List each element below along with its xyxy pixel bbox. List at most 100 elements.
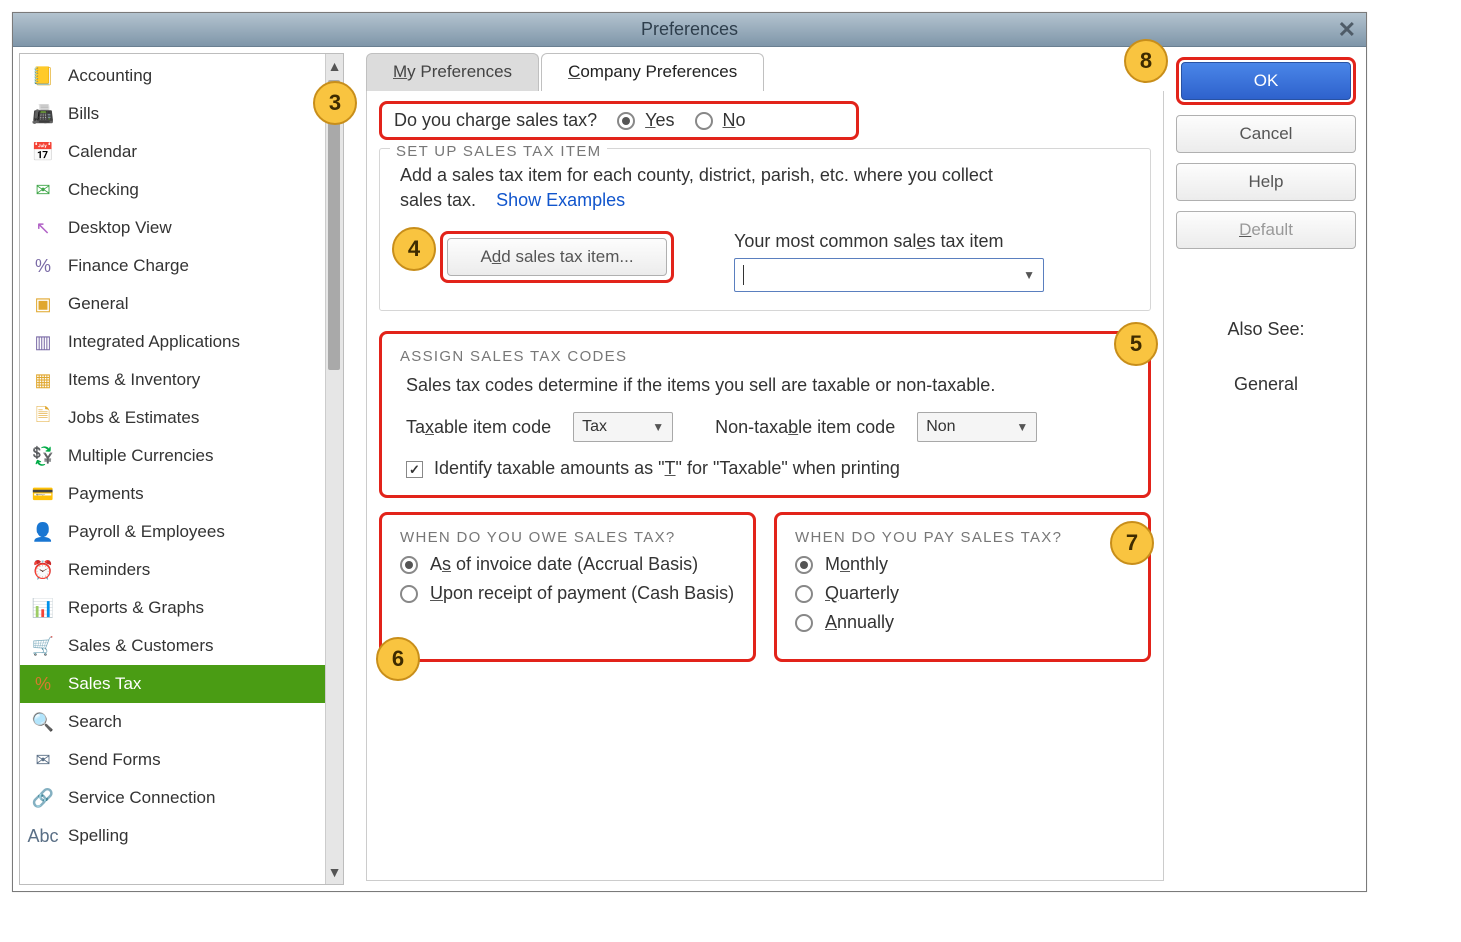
sidebar-item-label: Sales Tax xyxy=(68,674,141,694)
sidebar-item-label: Items & Inventory xyxy=(68,370,200,390)
radio-icon xyxy=(795,556,813,574)
sidebar-item-send-forms[interactable]: ✉ Send Forms xyxy=(20,741,325,779)
close-icon[interactable]: ✕ xyxy=(1338,17,1356,43)
sidebar-item-reminders[interactable]: ⏰ Reminders xyxy=(20,551,325,589)
sidebar-item-label: Payroll & Employees xyxy=(68,522,225,542)
sidebar-item-label: General xyxy=(68,294,128,314)
sidebar-item-label: Integrated Applications xyxy=(68,332,240,352)
sidebar-item-label: Payments xyxy=(68,484,144,504)
callout-7: 7 xyxy=(1110,521,1154,565)
callout-6: 6 xyxy=(376,637,420,681)
pay-annually-option[interactable]: Annually xyxy=(795,612,1130,633)
charge-sales-tax-row: Do you charge sales tax? Yes No xyxy=(379,101,859,140)
owe-title: WHEN DO YOU OWE SALES TAX? xyxy=(400,529,735,546)
calendar-icon: 📅 xyxy=(28,140,58,164)
pay-quarterly-option[interactable]: Quarterly xyxy=(795,583,1130,604)
setup-section-title: SET UP SALES TAX ITEM xyxy=(390,143,607,160)
pay-title: WHEN DO YOU PAY SALES TAX? xyxy=(795,529,1130,546)
owe-pay-row: 6 WHEN DO YOU OWE SALES TAX? As of invoi… xyxy=(379,512,1151,662)
sidebar-item-accounting[interactable]: 📒Accounting xyxy=(20,57,325,95)
common-sales-tax-select[interactable]: ▼ xyxy=(734,258,1044,292)
also-see-general-link[interactable]: General xyxy=(1176,374,1356,395)
ok-button[interactable]: OK xyxy=(1181,62,1351,100)
default-button[interactable]: Default xyxy=(1176,211,1356,249)
owe-cash-option[interactable]: Upon receipt of payment (Cash Basis) xyxy=(400,583,735,604)
identify-taxable-row[interactable]: Identify taxable amounts as "T" for "Tax… xyxy=(406,458,1130,479)
sidebar-wrap: 📒Accounting📠Bills📅Calendar✉Checking↖Desk… xyxy=(19,53,344,885)
sidebar-item-multiple-currencies[interactable]: 💱 Multiple Currencies xyxy=(20,437,325,475)
sidebar-item-sales-tax[interactable]: %Sales Tax xyxy=(20,665,325,703)
sidebar-item-label: Service Connection xyxy=(68,788,215,808)
scroll-down-icon[interactable]: ▼ xyxy=(328,860,342,884)
add-sales-tax-item-button[interactable]: Add sales tax item... xyxy=(447,238,667,276)
reminders-icon: ⏰ xyxy=(28,558,58,582)
sidebar-item-service-connection[interactable]: 🔗 Service Connection xyxy=(20,779,325,817)
sidebar-item-label: Sales & Customers xyxy=(68,636,214,656)
sidebar-item-finance-charge[interactable]: %Finance Charge xyxy=(20,247,325,285)
common-sales-tax-group: Your most common sales tax item ▼ xyxy=(734,231,1044,292)
sidebar-item-label: Multiple Currencies xyxy=(68,446,214,466)
common-label: Your most common sales tax item xyxy=(734,231,1044,252)
jobs-estimates-icon: 🗎 xyxy=(28,406,58,430)
owe-accrual-option[interactable]: As of invoice date (Accrual Basis) xyxy=(400,554,735,575)
pay-section: 7 WHEN DO YOU PAY SALES TAX? Monthly Qua… xyxy=(774,512,1151,662)
sidebar-item-desktop-view[interactable]: ↖ Desktop View xyxy=(20,209,325,247)
spelling-icon: Abc xyxy=(28,824,58,848)
desktop-view-icon: ↖ xyxy=(28,216,58,240)
sidebar-item-items-inventory[interactable]: ▦Items & Inventory xyxy=(20,361,325,399)
sidebar-item-reports-graphs[interactable]: 📊Reports & Graphs xyxy=(20,589,325,627)
help-button[interactable]: Help xyxy=(1176,163,1356,201)
tab-row: My Preferences Company Preferences xyxy=(366,53,1164,91)
multiple-currencies-icon: 💱 xyxy=(28,444,58,468)
main-panel: 3 Do you charge sales tax? Yes No xyxy=(366,91,1164,881)
chevron-down-icon: ▼ xyxy=(1023,268,1035,282)
right-button-column: 8 OK Cancel Help Default Also See: Gener… xyxy=(1176,53,1356,881)
sidebar-item-label: Finance Charge xyxy=(68,256,189,276)
setup-sales-tax-section: SET UP SALES TAX ITEM Add a sales tax it… xyxy=(379,148,1151,311)
sidebar-item-integrated-applications[interactable]: ▥Integrated Applications xyxy=(20,323,325,361)
sidebar-item-sales-customers[interactable]: 🛒Sales & Customers xyxy=(20,627,325,665)
sidebar-item-calendar[interactable]: 📅Calendar xyxy=(20,133,325,171)
owe-section: 6 WHEN DO YOU OWE SALES TAX? As of invoi… xyxy=(379,512,756,662)
search-icon: 🔍 xyxy=(28,710,58,734)
sidebar-item-general[interactable]: ▣General xyxy=(20,285,325,323)
setup-description: Add a sales tax item for each county, di… xyxy=(400,163,1020,213)
sidebar-scrollbar[interactable]: ▲ ▼ xyxy=(325,54,343,884)
cancel-button[interactable]: Cancel xyxy=(1176,115,1356,153)
tab-my-preferences[interactable]: My Preferences xyxy=(366,53,539,91)
sidebar-item-checking[interactable]: ✉Checking xyxy=(20,171,325,209)
charge-yes-option[interactable]: Yes xyxy=(617,110,674,131)
preferences-window: Preferences ✕ 📒Accounting📠Bills📅Calendar… xyxy=(12,12,1367,892)
sidebar-item-spelling[interactable]: AbcSpelling xyxy=(20,817,325,855)
tab-company-preferences[interactable]: Company Preferences xyxy=(541,53,764,91)
main-area: My Preferences Company Preferences 3 Do … xyxy=(350,53,1360,885)
sidebar-item-jobs-estimates[interactable]: 🗎Jobs & Estimates xyxy=(20,399,325,437)
nontaxable-label: Non-taxable item code xyxy=(715,417,895,438)
sidebar-item-label: Send Forms xyxy=(68,750,161,770)
sidebar-item-label: Desktop View xyxy=(68,218,172,238)
send-forms-icon: ✉ xyxy=(28,748,58,772)
sidebar-item-label: Checking xyxy=(68,180,139,200)
sidebar-item-label: Accounting xyxy=(68,66,152,86)
assign-sales-tax-section: 5 ASSIGN SALES TAX CODES Sales tax codes… xyxy=(379,331,1151,498)
pay-monthly-option[interactable]: Monthly xyxy=(795,554,1130,575)
taxable-code-select[interactable]: Tax▼ xyxy=(573,412,673,442)
sidebar-item-payroll-employees[interactable]: 👤Payroll & Employees xyxy=(20,513,325,551)
callout-5: 5 xyxy=(1114,322,1158,366)
sidebar-item-label: Search xyxy=(68,712,122,732)
nontaxable-code-select[interactable]: Non▼ xyxy=(917,412,1037,442)
sidebar-item-label: Reminders xyxy=(68,560,150,580)
taxable-label: Taxable item code xyxy=(406,417,551,438)
callout-4: 4 xyxy=(392,227,436,271)
show-examples-link[interactable]: Show Examples xyxy=(496,190,625,210)
radio-icon xyxy=(617,112,635,130)
sidebar-item-bills[interactable]: 📠Bills xyxy=(20,95,325,133)
callout-8: 8 xyxy=(1124,39,1168,83)
callout-3: 3 xyxy=(313,81,357,125)
scroll-up-icon[interactable]: ▲ xyxy=(328,54,342,78)
sidebar-item-payments[interactable]: 💳Payments xyxy=(20,475,325,513)
sidebar-item-search[interactable]: 🔍 Search xyxy=(20,703,325,741)
service-connection-icon: 🔗 xyxy=(28,786,58,810)
charge-no-option[interactable]: No xyxy=(695,110,746,131)
main-column: My Preferences Company Preferences 3 Do … xyxy=(366,53,1164,881)
